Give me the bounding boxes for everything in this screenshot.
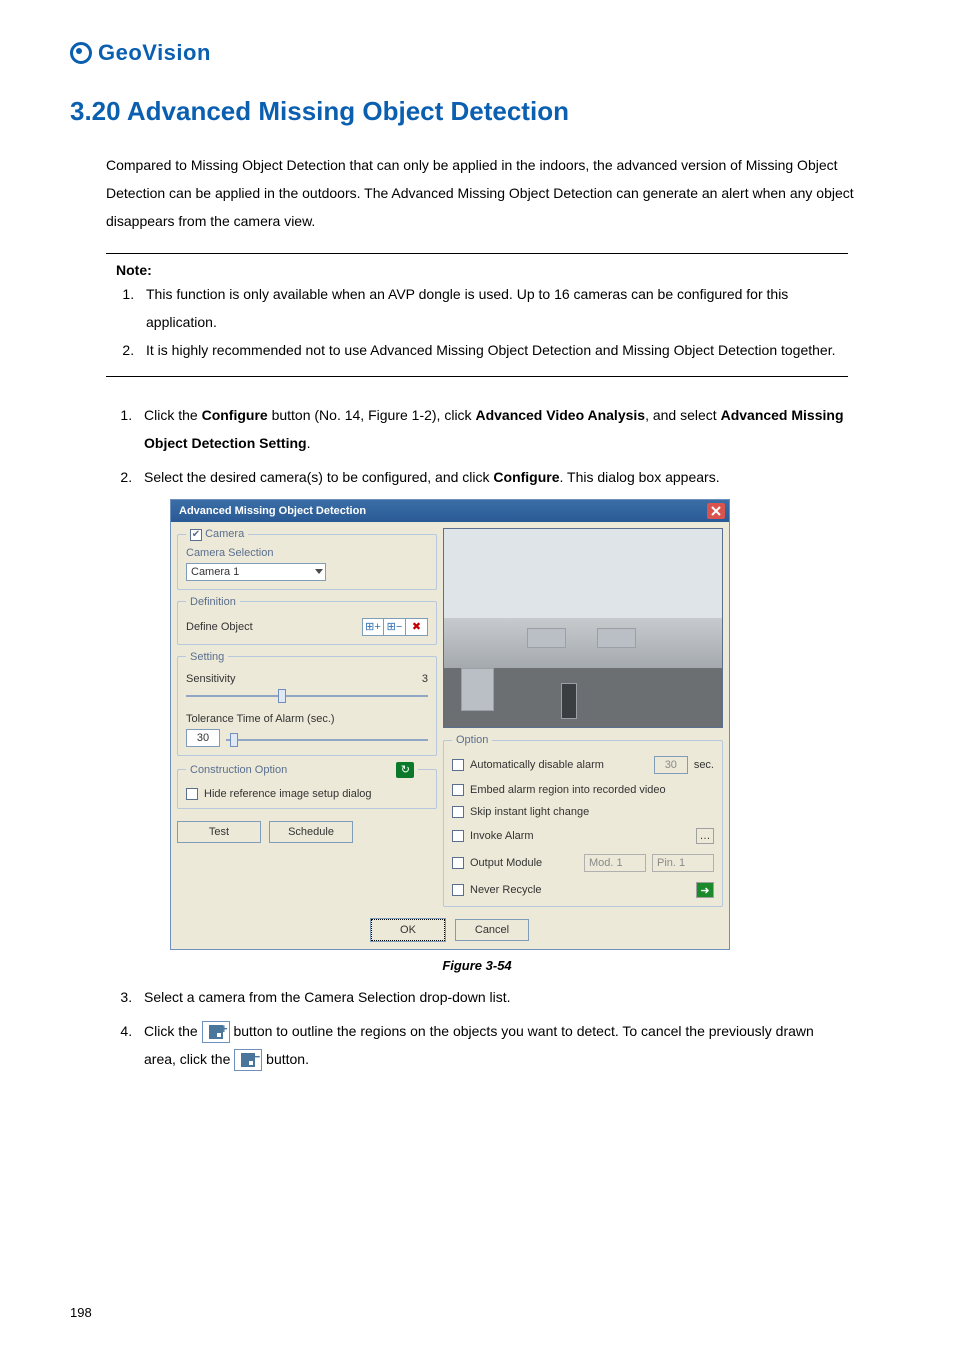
step-4-text-c: button. [266, 1051, 309, 1067]
auto-disable-label: Automatically disable alarm [470, 759, 604, 771]
hide-reference-label: Hide reference image setup dialog [204, 788, 372, 800]
tolerance-value-input[interactable]: 30 [186, 729, 220, 747]
sensitivity-slider[interactable] [186, 691, 428, 703]
construction-option-group: Construction Option ↻ Hide reference ima… [177, 762, 437, 809]
step-1: Click the Configure button (No. 14, Figu… [136, 401, 848, 457]
brand-logo: GeoVision [70, 40, 884, 66]
camera-selection-value: Camera 1 [191, 566, 239, 578]
definition-group-legend: Definition [186, 596, 240, 608]
step-1-bold-configure: Configure [202, 407, 268, 423]
skip-label: Skip instant light change [470, 806, 589, 818]
figure-caption: Figure 3-54 [70, 958, 884, 973]
sensitivity-value: 3 [422, 673, 428, 685]
embed-label: Embed alarm region into recorded video [470, 784, 666, 796]
dialog-title: Advanced Missing Object Detection [179, 505, 366, 517]
dialog-screenshot: Advanced Missing Object Detection ✔ Came… [170, 499, 884, 950]
invoke-label: Invoke Alarm [470, 830, 534, 842]
step-2-text-c: . This dialog box appears. [560, 469, 720, 485]
close-icon[interactable] [707, 503, 725, 519]
setting-group-legend: Setting [186, 651, 228, 663]
camera-selection-label: Camera Selection [186, 547, 428, 559]
step-2-text-a: Select the desired camera(s) to be confi… [144, 469, 493, 485]
define-delete-button[interactable]: ✖ [406, 618, 428, 636]
define-add-region-button[interactable]: ⊞+ [362, 618, 384, 636]
schedule-button[interactable]: Schedule [269, 821, 353, 843]
auto-disable-checkbox[interactable] [452, 759, 464, 771]
construction-option-legend: Construction Option [190, 764, 287, 776]
step-3: Select a camera from the Camera Selectio… [136, 983, 848, 1011]
cancel-button[interactable]: Cancel [455, 919, 529, 941]
step-1-bold-ava: Advanced Video Analysis [475, 407, 645, 423]
tolerance-label: Tolerance Time of Alarm (sec.) [186, 713, 428, 725]
note-item-2: It is highly recommended not to use Adva… [138, 336, 848, 364]
chevron-down-icon [315, 569, 323, 574]
step-1-text-a: Click the [144, 407, 202, 423]
step-1-text-c: button (No. 14, Figure 1-2), click [268, 407, 476, 423]
invoke-checkbox[interactable] [452, 830, 464, 842]
never-recycle-label: Never Recycle [470, 884, 542, 896]
test-button[interactable]: Test [177, 821, 261, 843]
camera-enable-checkbox[interactable]: ✔ [190, 529, 202, 541]
step-2: Select the desired camera(s) to be confi… [136, 463, 848, 491]
brand-logo-mark [70, 42, 92, 64]
option-group-legend: Option [452, 734, 492, 746]
output-label: Output Module [470, 857, 542, 869]
remove-region-icon: − [234, 1049, 262, 1071]
camera-group-legend: Camera [205, 528, 244, 540]
add-region-icon: + [202, 1021, 230, 1043]
output-pin-dropdown: Pin. 1 [652, 854, 714, 872]
definition-group: Definition Define Object ⊞+ ⊞− ✖ [177, 596, 437, 645]
page-heading: 3.20 Advanced Missing Object Detection [70, 96, 884, 127]
auto-disable-value-input: 30 [654, 756, 688, 774]
hide-reference-checkbox[interactable] [186, 788, 198, 800]
option-group: Option Automatically disable alarm 30 se… [443, 734, 723, 907]
embed-checkbox[interactable] [452, 784, 464, 796]
sensitivity-label: Sensitivity [186, 673, 236, 685]
ok-button[interactable]: OK [371, 919, 445, 941]
camera-selection-dropdown[interactable]: Camera 1 [186, 563, 326, 581]
never-recycle-checkbox[interactable] [452, 884, 464, 896]
output-module-dropdown: Mod. 1 [584, 854, 646, 872]
step-4-text-a: Click the [144, 1023, 202, 1039]
never-recycle-arrow-button[interactable]: ➜ [696, 882, 714, 898]
refresh-icon[interactable]: ↻ [396, 762, 414, 778]
setting-group: Setting Sensitivity 3 Tolerance Time of … [177, 651, 437, 756]
define-object-label: Define Object [186, 621, 253, 633]
define-remove-region-button[interactable]: ⊞− [384, 618, 406, 636]
camera-group: ✔ Camera Camera Selection Camera 1 [177, 528, 437, 590]
step-4: Click the + button to outline the region… [136, 1017, 848, 1073]
invoke-browse-button[interactable]: … [696, 828, 714, 844]
camera-preview [443, 528, 723, 728]
note-item-1: This function is only available when an … [138, 280, 848, 336]
step-1-text-e: , and select [645, 407, 721, 423]
intro-paragraph: Compared to Missing Object Detection tha… [106, 151, 884, 235]
note-block: Note: This function is only available wh… [106, 253, 848, 377]
step-2-bold-configure: Configure [493, 469, 559, 485]
skip-checkbox[interactable] [452, 806, 464, 818]
dialog-titlebar[interactable]: Advanced Missing Object Detection [171, 500, 729, 522]
tolerance-slider[interactable] [226, 735, 428, 747]
sec-label: sec. [694, 759, 714, 771]
step-1-text-g: . [307, 435, 311, 451]
note-title: Note: [116, 262, 848, 278]
brand-logo-text: GeoVision [98, 40, 211, 66]
page-number: 198 [70, 1305, 92, 1320]
output-checkbox[interactable] [452, 857, 464, 869]
